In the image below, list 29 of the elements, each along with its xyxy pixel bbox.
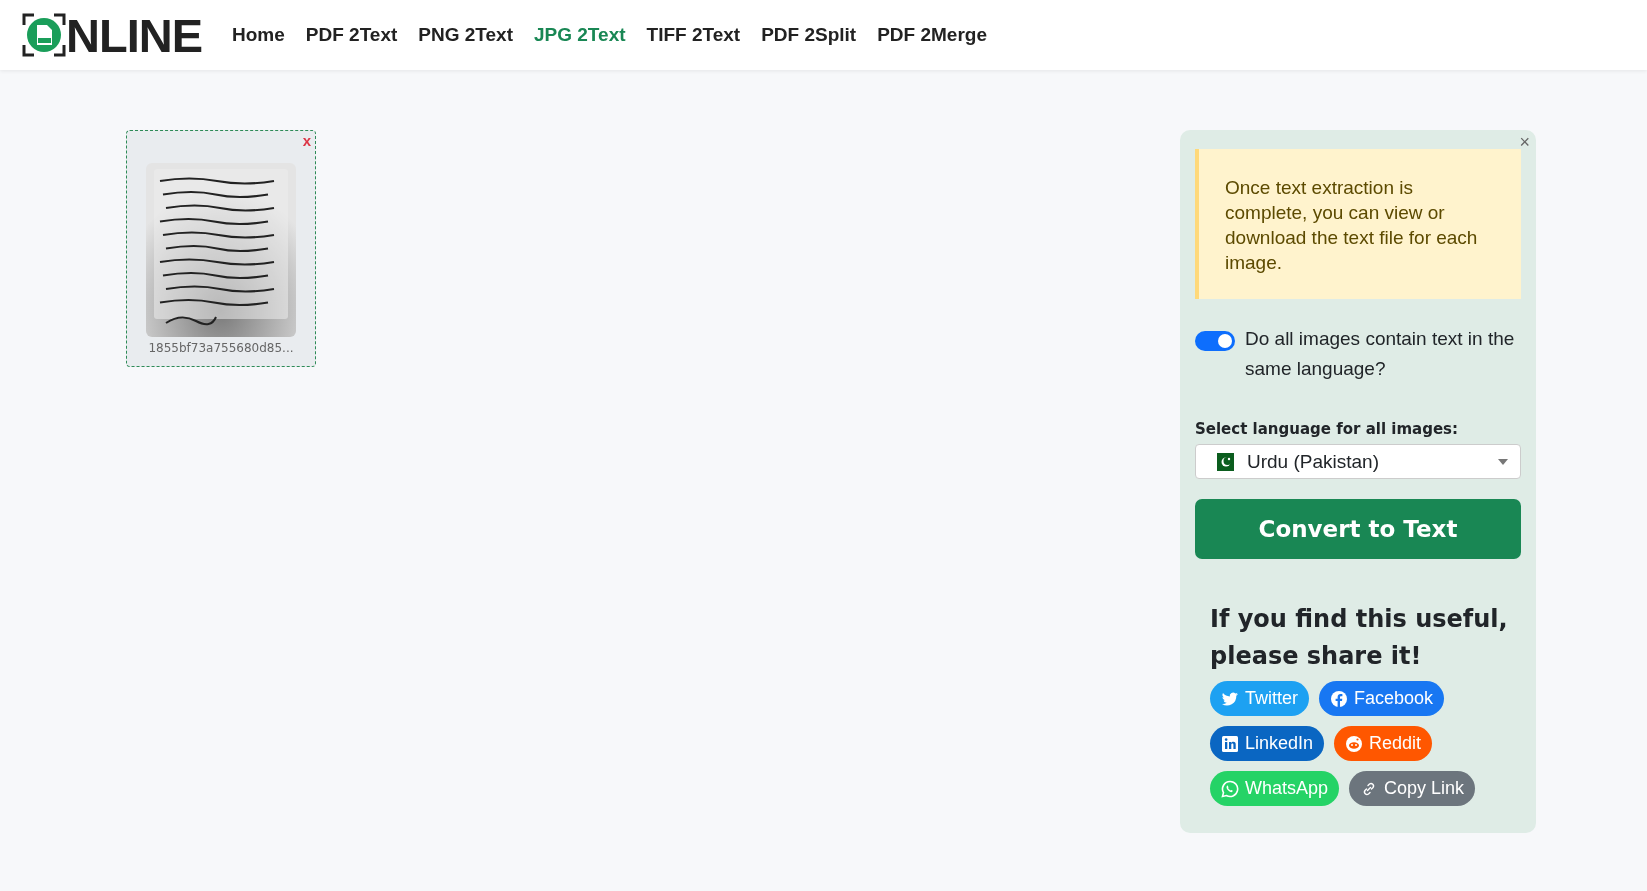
nav-link[interactable]: PDF 2Split bbox=[751, 24, 867, 46]
nav-link[interactable]: JPG 2Text bbox=[524, 24, 636, 46]
file-name: 1855bf73a755680d85... bbox=[148, 341, 294, 355]
document-circle-icon bbox=[22, 13, 66, 57]
close-button[interactable]: × bbox=[1519, 132, 1530, 153]
caret-icon bbox=[1498, 458, 1508, 465]
share-button[interactable]: Facebook bbox=[1319, 681, 1445, 716]
bird-icon bbox=[1221, 689, 1239, 708]
share-button[interactable]: Reddit bbox=[1334, 726, 1433, 761]
nav-link[interactable]: PNG 2Text bbox=[408, 24, 523, 46]
facebook-icon bbox=[1330, 689, 1348, 708]
nav-link[interactable]: Home bbox=[222, 24, 295, 46]
chat-bubble-icon bbox=[1221, 779, 1239, 798]
toggle-switch[interactable] bbox=[1195, 331, 1235, 351]
language-select[interactable]: Urdu (Pakistan) bbox=[1195, 444, 1521, 479]
info-notice: Once text extraction is complete, you can view or download the text file for each image. bbox=[1195, 149, 1521, 299]
linkedin-icon bbox=[1221, 734, 1239, 753]
reddit-icon bbox=[1345, 734, 1364, 753]
logo[interactable]: NLINE bbox=[22, 11, 202, 59]
toggle-label: Do all images contain text in the same language? bbox=[1245, 327, 1516, 381]
share-heading: If you find this useful, please share it! bbox=[1210, 604, 1509, 672]
nav-link[interactable]: TIFF 2Text bbox=[636, 24, 751, 46]
share-button[interactable]: Copy Link bbox=[1349, 771, 1476, 806]
nav-link[interactable]: PDF 2Text bbox=[295, 24, 408, 46]
remove-button[interactable]: x bbox=[302, 132, 311, 149]
share-button[interactable]: LinkedIn bbox=[1210, 726, 1325, 761]
field-label: Select language for all images: bbox=[1195, 420, 1459, 438]
convert-button[interactable]: Convert to Text bbox=[1195, 499, 1521, 559]
nav-link[interactable]: PDF 2Merge bbox=[867, 24, 997, 46]
